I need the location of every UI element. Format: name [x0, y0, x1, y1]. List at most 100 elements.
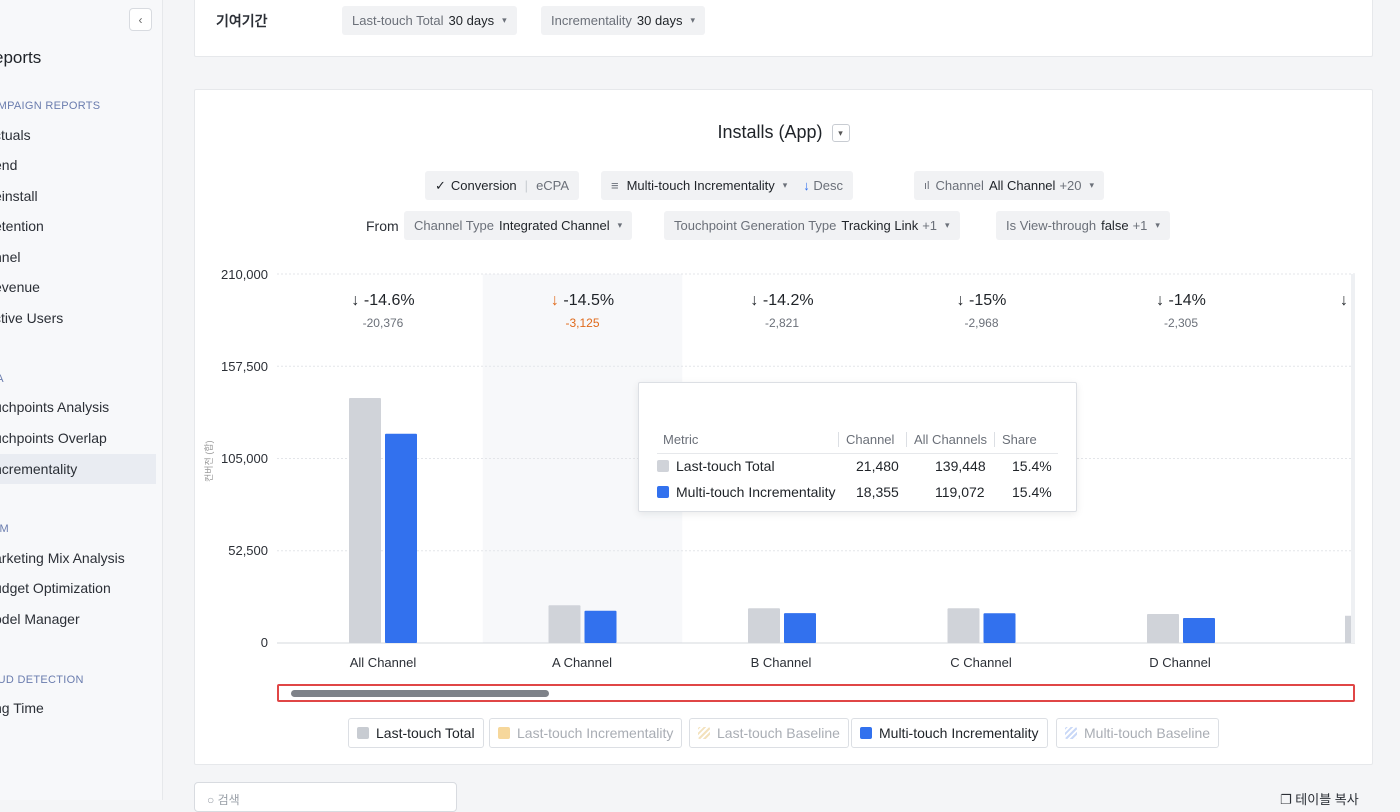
x-category-label: C Channel [950, 655, 1012, 670]
legend-label: Multi-touch Incrementality [879, 725, 1039, 741]
tooltip-share-value: 15.4% [1012, 458, 1052, 474]
bar-last-touch-total [349, 397, 381, 643]
tgt-value: Tracking Link [841, 218, 919, 233]
attribution-label: 기여기간 [216, 13, 268, 29]
vt-extra-count: +1 [1132, 218, 1148, 233]
bar-last-touch-total [748, 608, 780, 643]
chevron-down-icon: ▾ [945, 220, 950, 230]
search-icon: ○ [207, 793, 215, 807]
touchpoint-generation-filter[interactable]: Touchpoint Generation Type Tracking Link… [664, 211, 960, 240]
delta-absolute: -3,125 [565, 316, 600, 330]
sort-metric-value: Multi-touch Incrementality [626, 178, 775, 193]
sort-metric-dropdown[interactable]: ≡ Multi-touch Incrementality ▾ ↓ Desc [601, 171, 853, 200]
delta-percent-value: -14.2% [762, 292, 814, 309]
chevron-down-icon: ▾ [502, 15, 507, 25]
delta-annotation: ↓ -14.6% -20,376 [323, 292, 443, 330]
tooltip-row: Multi-touch Incrementality 18,355 119,07… [657, 484, 1058, 508]
sidebar-section-campaign: AMPAIGN REPORTS [0, 100, 101, 112]
incrementality-window-dropdown[interactable]: Incrementality 30 days ▾ [541, 6, 705, 35]
delta-percent: ↓ -14% [1121, 292, 1241, 310]
view-through-filter[interactable]: Is View-through false +1 ▾ [996, 211, 1170, 240]
tooltip-metric: Multi-touch Incrementality [657, 484, 836, 500]
copy-table-button[interactable]: ❐ 테이블 복사 [1280, 789, 1359, 808]
tooltip-metric-name: Multi-touch Incrementality [676, 484, 836, 500]
channel-extra-count: +20 [1059, 178, 1082, 193]
sidebar-item-funnel[interactable]: nnel [0, 242, 156, 272]
sidebar-item-retention[interactable]: etention [0, 211, 156, 241]
delta-absolute: -20,376 [362, 316, 404, 330]
channel-dropdown[interactable]: ıl Channel All Channel +20 ▾ [914, 171, 1105, 200]
chart-horizontal-scrollbar[interactable] [277, 684, 1355, 702]
delta-absolute: -2,968 [964, 316, 999, 330]
x-category-label: B Channel [750, 655, 812, 670]
sidebar-item-active-users[interactable]: ctive Users [0, 303, 156, 333]
y-tick-label: 210,000 [221, 267, 268, 282]
sidebar-item-reinstall[interactable]: einstall [0, 181, 156, 211]
sidebar-title: eports [0, 48, 42, 67]
inc-window-value: 30 days [636, 13, 683, 28]
sidebar-item-model-manager[interactable]: odel Manager [0, 604, 156, 634]
lt-window-value: 30 days [448, 13, 495, 28]
legend-item-last-touch-incrementality[interactable]: Last-touch Incrementality [489, 718, 683, 748]
scrollbar-thumb[interactable] [291, 690, 549, 697]
channel-type-filter[interactable]: Channel Type Integrated Channel ▾ [404, 211, 633, 240]
delta-annotation: ↓ -15% -2,968 [922, 292, 1042, 330]
last-touch-window-dropdown[interactable]: Last-touch Total 30 days ▾ [342, 6, 517, 35]
legend-item-multi-touch-baseline[interactable]: Multi-touch Baseline [1056, 718, 1220, 748]
sidebar-item-revenue[interactable]: evenue [0, 272, 156, 302]
sidebar-item-touchpoints-analysis[interactable]: uchpoints Analysis [0, 392, 156, 422]
delta-annotation: ↓ -14.5% -3,125 [523, 292, 643, 330]
delta-percent: ↓ -14.5% [523, 292, 643, 310]
ecpa-toggle[interactable]: eCPA [536, 178, 569, 193]
bar-last-touch-total [947, 608, 980, 643]
arrow-down-icon: ↓ [1156, 292, 1169, 309]
conversion-toggle[interactable]: Conversion [451, 178, 517, 193]
swatch [657, 460, 669, 472]
search-input[interactable]: ○ 검색 [194, 782, 457, 812]
x-category-label: All Channel [349, 655, 417, 670]
sidebar-item-touchpoints-overlap[interactable]: uchpoints Overlap [0, 423, 156, 453]
channel-type-label: Channel Type [414, 218, 494, 233]
sidebar-item-actuals[interactable]: ctuals [0, 120, 156, 150]
channel-type-value: Integrated Channel [499, 218, 610, 233]
legend-label: Last-touch Baseline [717, 725, 840, 741]
sidebar-item-trend[interactable]: end [0, 150, 156, 180]
sort-direction-label: Desc [813, 178, 843, 193]
tgt-extra-count: +1 [922, 218, 938, 233]
sidebar-collapse-button[interactable]: ‹ [129, 8, 152, 31]
sort-direction-button[interactable]: ↓ Desc [803, 178, 843, 193]
channel-value: All Channel [988, 178, 1056, 193]
legend-label: Multi-touch Baseline [1084, 725, 1211, 741]
legend-item-last-touch-total[interactable]: Last-touch Total [348, 718, 484, 748]
chevron-down-icon: ▾ [690, 15, 695, 25]
tooltip-share-value: 15.4% [1012, 484, 1052, 500]
bar-multi-touch-incrementality [784, 613, 816, 643]
y-axis-title: 컨버전 (합) [204, 440, 214, 482]
legend-swatch [698, 727, 710, 739]
tooltip-channel-value: 21,480 [856, 458, 899, 474]
sidebar-item-ing-time[interactable]: ng Time [0, 693, 156, 723]
delta-percent: ↓ -14.2% [722, 292, 842, 310]
legend-item-last-touch-baseline[interactable]: Last-touch Baseline [689, 718, 849, 748]
sidebar-section-data: TA [0, 373, 4, 385]
title-dropdown-button[interactable]: ▾ [831, 124, 850, 142]
legend-item-multi-touch-incrementality[interactable]: Multi-touch Incrementality [851, 718, 1048, 748]
sidebar-item-incrementality[interactable]: ncrementality [0, 454, 156, 484]
legend-swatch [498, 727, 510, 739]
metric-toggle[interactable]: ✓ Conversion | eCPA [425, 171, 580, 200]
from-label: From [366, 218, 399, 234]
tooltip-channel-value: 18,355 [856, 484, 899, 500]
y-tick-label: 52,500 [228, 543, 268, 558]
chart-title-row: Installs (App) ▾ [195, 122, 1372, 143]
tooltip-header-share: Share [994, 432, 1037, 447]
search-placeholder: 검색 [217, 793, 240, 807]
tooltip-header-channel: Channel [838, 432, 894, 447]
sidebar-item-marketing-mix[interactable]: arketing Mix Analysis [0, 543, 156, 573]
y-tick-label: 157,500 [221, 359, 268, 374]
tooltip-all-value: 139,448 [935, 458, 986, 474]
delta-percent-value: -15% [969, 292, 1007, 309]
channel-label: Channel [935, 178, 984, 193]
tooltip-all-value: 119,072 [935, 484, 985, 500]
sidebar-item-budget-optimization[interactable]: udget Optimization [0, 573, 156, 603]
arrow-down-icon: ↓ [750, 292, 763, 309]
